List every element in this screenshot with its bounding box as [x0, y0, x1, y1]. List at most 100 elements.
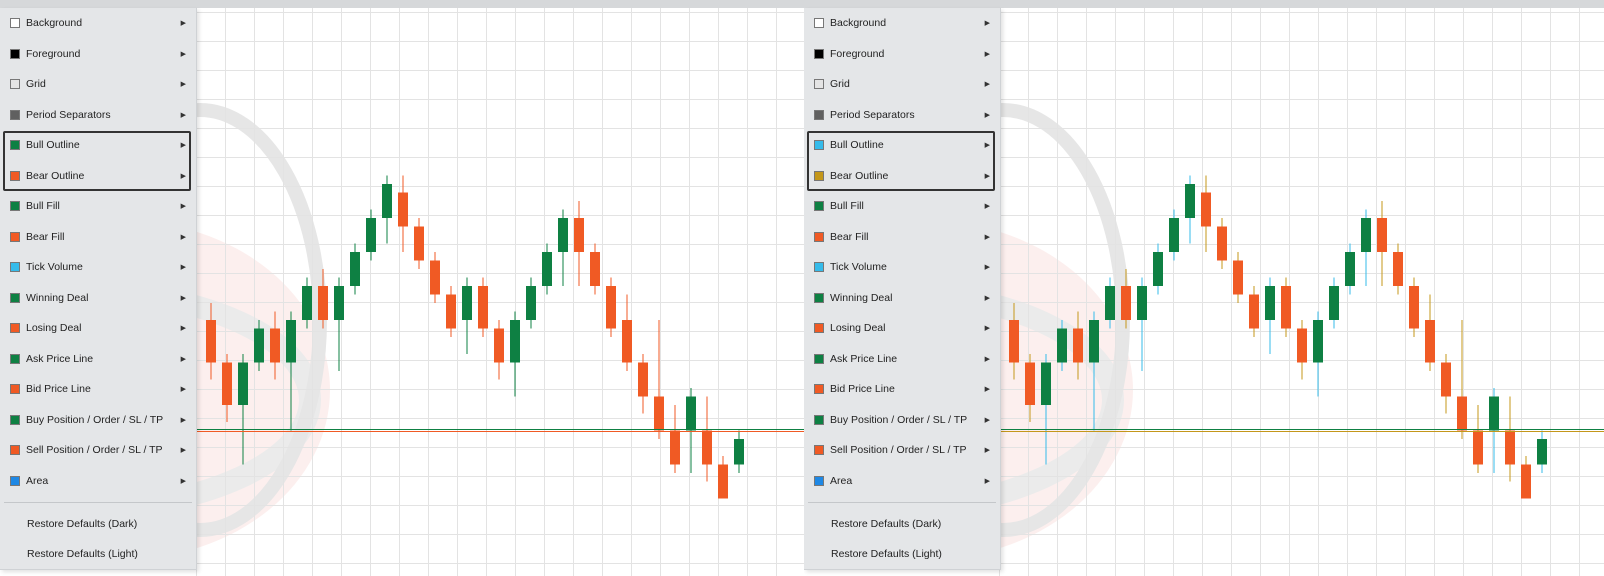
candle-body	[1377, 218, 1387, 252]
menu-item-label: Tick Volume	[26, 261, 83, 274]
menu-item-area[interactable]: Area ▶	[804, 466, 1000, 497]
menu-item-background[interactable]: Background ▶	[0, 8, 196, 39]
candle-body	[1169, 218, 1179, 252]
submenu-arrow-icon: ▶	[984, 203, 990, 211]
menu-item-period-separators[interactable]: Period Separators ▶	[0, 100, 196, 131]
menu-item-period-separators[interactable]: Period Separators ▶	[804, 100, 1000, 131]
color-swatch	[10, 292, 20, 303]
menu-item-label: Bull Fill	[26, 200, 60, 213]
candle-body	[254, 328, 264, 363]
candle-body	[366, 218, 376, 252]
menu-item-bull-fill[interactable]: Bull Fill ▶	[0, 191, 196, 222]
candle-body	[702, 430, 712, 465]
submenu-arrow-icon: ▶	[180, 111, 186, 119]
color-swatch	[10, 48, 20, 59]
top-bar	[0, 0, 804, 8]
candle-body	[1505, 430, 1515, 465]
candle-body	[670, 430, 680, 465]
color-swatch	[814, 140, 824, 151]
submenu-arrow-icon: ▶	[180, 447, 186, 455]
candle-body	[606, 286, 616, 329]
restore-defaults-light-item[interactable]: Restore Defaults (Light)	[0, 539, 196, 569]
submenu-arrow-icon: ▶	[984, 325, 990, 333]
submenu-arrow-icon: ▶	[984, 20, 990, 28]
menu-item-ask-price-line[interactable]: Ask Price Line ▶	[0, 344, 196, 375]
submenu-arrow-icon: ▶	[984, 477, 990, 485]
submenu-arrow-icon: ▶	[984, 416, 990, 424]
candle-body	[1137, 286, 1147, 320]
menu-item-winning-deal[interactable]: Winning Deal ▶	[804, 283, 1000, 314]
menu-item-buy-position-order-sl-tp[interactable]: Buy Position / Order / SL / TP ▶	[804, 405, 1000, 436]
candle-body	[542, 252, 552, 286]
menu-item-label: Tick Volume	[830, 261, 887, 274]
menu-item-foreground[interactable]: Foreground ▶	[0, 39, 196, 70]
candle-body	[1153, 252, 1163, 286]
color-swatch	[814, 292, 824, 303]
menu-item-label: Losing Deal	[26, 322, 82, 335]
color-swatch	[814, 445, 824, 456]
candle-body	[1521, 464, 1531, 499]
bear-candle	[606, 277, 616, 337]
submenu-arrow-icon: ▶	[984, 294, 990, 302]
menu-item-tick-volume[interactable]: Tick Volume ▶	[0, 252, 196, 283]
menu-item-grid[interactable]: Grid ▶	[804, 69, 1000, 100]
menu-item-label: Bull Outline	[26, 139, 80, 152]
menu-item-label: Winning Deal	[26, 291, 89, 304]
menu-item-bear-outline[interactable]: Bear Outline ▶	[804, 161, 1000, 192]
candle-body	[462, 286, 472, 320]
menu-item-label: Bid Price Line	[830, 383, 895, 396]
menu-item-losing-deal[interactable]: Losing Deal ▶	[804, 313, 1000, 344]
menu-item-ask-price-line[interactable]: Ask Price Line ▶	[804, 344, 1000, 375]
menu-item-bear-fill[interactable]: Bear Fill ▶	[804, 222, 1000, 253]
color-swatch	[10, 384, 20, 395]
candle-body	[1121, 286, 1131, 320]
candle-body	[590, 252, 600, 286]
menu-item-background[interactable]: Background ▶	[804, 8, 1000, 39]
menu-item-bid-price-line[interactable]: Bid Price Line ▶	[0, 374, 196, 405]
candle-body	[334, 286, 344, 320]
color-swatch	[814, 384, 824, 395]
menu-item-sell-position-order-sl-tp[interactable]: Sell Position / Order / SL / TP ▶	[0, 435, 196, 466]
submenu-arrow-icon: ▶	[984, 81, 990, 89]
menu-item-label: Period Separators	[830, 108, 915, 121]
candle-body	[1393, 252, 1403, 286]
color-swatch	[814, 353, 824, 364]
menu-item-area[interactable]: Area ▶	[0, 466, 196, 497]
restore-defaults-dark-item[interactable]: Restore Defaults (Dark)	[0, 509, 196, 539]
submenu-arrow-icon: ▶	[984, 355, 990, 363]
menu-item-losing-deal[interactable]: Losing Deal ▶	[0, 313, 196, 344]
candle-body	[1361, 218, 1371, 252]
candle-body	[1233, 260, 1243, 295]
color-swatch	[814, 414, 824, 425]
menu-item-label: Ask Price Line	[830, 352, 898, 365]
menu-item-grid[interactable]: Grid ▶	[0, 69, 196, 100]
menu-item-bear-fill[interactable]: Bear Fill ▶	[0, 222, 196, 253]
color-swatch	[10, 475, 20, 486]
menu-item-bull-outline[interactable]: Bull Outline ▶	[0, 130, 196, 161]
restore-defaults-dark-item[interactable]: Restore Defaults (Dark)	[804, 509, 1000, 539]
menu-item-bull-fill[interactable]: Bull Fill ▶	[804, 191, 1000, 222]
candle-body	[318, 286, 328, 320]
candle-body	[1057, 328, 1067, 363]
menu-item-bear-outline[interactable]: Bear Outline ▶	[0, 161, 196, 192]
menu-item-sell-position-order-sl-tp[interactable]: Sell Position / Order / SL / TP ▶	[804, 435, 1000, 466]
color-swatch	[10, 140, 20, 151]
menu-item-label: Background	[830, 17, 887, 30]
candle-body	[654, 396, 664, 431]
bear-candle	[1281, 277, 1291, 337]
menu-item-winning-deal[interactable]: Winning Deal ▶	[0, 283, 196, 314]
restore-defaults-light-item[interactable]: Restore Defaults (Light)	[804, 539, 1000, 569]
menu-item-label: Foreground	[26, 47, 81, 60]
color-swatch	[10, 231, 20, 242]
menu-item-foreground[interactable]: Foreground ▶	[804, 39, 1000, 70]
menu-item-tick-volume[interactable]: Tick Volume ▶	[804, 252, 1000, 283]
menu-item-label: Bid Price Line	[26, 383, 91, 396]
color-swatch	[10, 18, 20, 29]
candle-body	[622, 320, 632, 363]
candle-body	[1409, 286, 1419, 329]
menu-item-buy-position-order-sl-tp[interactable]: Buy Position / Order / SL / TP ▶	[0, 405, 196, 436]
menu-item-bull-outline[interactable]: Bull Outline ▶	[804, 130, 1000, 161]
color-swatch	[10, 201, 20, 212]
menu-item-label: Sell Position / Order / SL / TP	[26, 444, 163, 457]
menu-item-bid-price-line[interactable]: Bid Price Line ▶	[804, 374, 1000, 405]
